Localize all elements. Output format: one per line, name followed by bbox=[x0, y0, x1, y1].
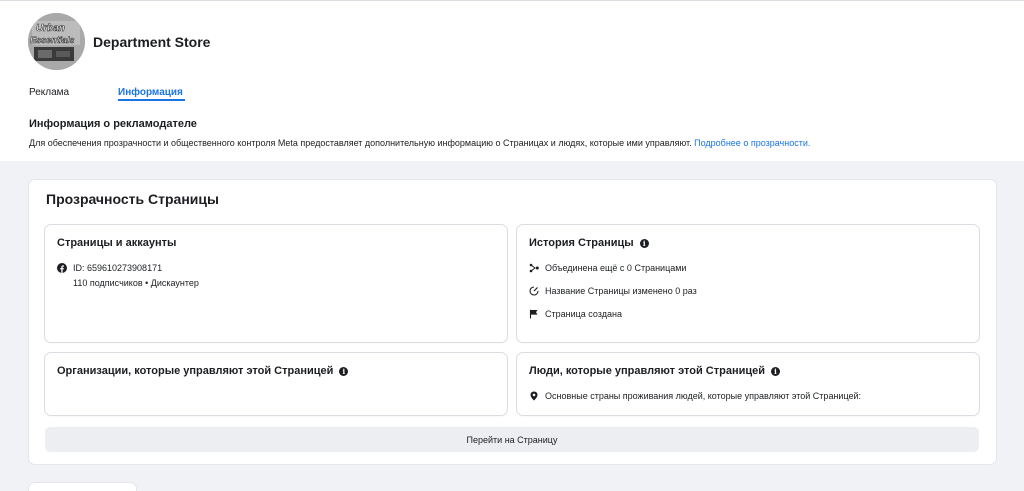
active-tab-indicator bbox=[118, 99, 185, 101]
history-item-merged: Объединена ещё с 0 Страницами bbox=[529, 263, 686, 273]
organizations-title-text: Организации, которые управляют этой Стра… bbox=[57, 365, 334, 377]
page-id-row: ID: 659610273908171 bbox=[57, 263, 162, 273]
history-item-created: Страница создана bbox=[529, 309, 622, 319]
organizations-box: Организации, которые управляют этой Стра… bbox=[45, 353, 507, 415]
page-name[interactable]: Department Store bbox=[93, 34, 210, 50]
organizations-title: Организации, которые управляют этой Стра… bbox=[57, 365, 349, 377]
flag-icon bbox=[529, 309, 539, 319]
avatar[interactable]: Urban Essentials bbox=[28, 13, 85, 70]
history-renamed-text: Название Страницы изменено 0 раз bbox=[545, 286, 697, 296]
pages-accounts-title: Страницы и аккаунты bbox=[57, 237, 177, 249]
transparency-title: Прозрачность Страницы bbox=[46, 191, 219, 207]
pages-accounts-box: Страницы и аккаунты ID: 659610273908171 … bbox=[45, 225, 507, 342]
page-transparency-card: Прозрачность Страницы Страницы и аккаунт… bbox=[29, 180, 996, 464]
avatar-logo-line2: Essentials bbox=[30, 35, 75, 45]
facebook-icon bbox=[57, 263, 67, 273]
transparency-link[interactable]: Подробнее о прозрачности. bbox=[694, 138, 810, 148]
advertiser-description-text: Для обеспечения прозрачности и обществен… bbox=[29, 138, 692, 148]
page-history-title-text: История Страницы bbox=[529, 237, 634, 249]
history-merged-text: Объединена ещё с 0 Страницами bbox=[545, 263, 687, 273]
merge-icon bbox=[529, 263, 539, 273]
top-divider bbox=[0, 0, 1024, 1]
info-icon[interactable]: i bbox=[771, 366, 780, 376]
advertiser-info-description: Для обеспечения прозрачности и обществен… bbox=[29, 138, 810, 148]
info-icon[interactable]: i bbox=[339, 366, 349, 376]
info-icon[interactable]: i bbox=[639, 238, 649, 248]
people-countries-text: Основные страны проживания людей, которы… bbox=[545, 391, 862, 401]
avatar-logo-line1: Urban bbox=[36, 23, 65, 34]
page-history-box: История Страницы i Объединена ещё с 0 Ст… bbox=[517, 225, 979, 342]
people-title-text: Люди, которые управляют этой Страницей bbox=[529, 365, 765, 377]
people-title: Люди, которые управляют этой Страницей i bbox=[529, 365, 780, 377]
people-box: Люди, которые управляют этой Страницей i… bbox=[517, 353, 979, 415]
location-pin-icon bbox=[529, 391, 539, 401]
history-item-renamed: Название Страницы изменено 0 раз bbox=[529, 286, 697, 296]
page-history-title: История Страницы i bbox=[529, 237, 649, 249]
page-id: ID: 659610273908171 bbox=[73, 263, 163, 273]
history-created-text: Страница создана bbox=[545, 309, 622, 319]
page-header: Urban Essentials Department Store Реклам… bbox=[0, 0, 1024, 161]
avatar-image: Urban Essentials bbox=[28, 13, 85, 70]
rename-icon bbox=[529, 286, 539, 296]
advertiser-info-title: Информация о рекламодателе bbox=[29, 118, 197, 130]
page-followers-category: 110 подписчиков • Дискаунтер bbox=[73, 278, 199, 288]
people-countries-row: Основные страны проживания людей, которы… bbox=[529, 391, 861, 401]
next-card bbox=[29, 483, 136, 491]
tab-ads[interactable]: Реклама bbox=[29, 87, 69, 98]
go-to-page-button[interactable]: Перейти на Страницу bbox=[45, 427, 979, 452]
tab-info[interactable]: Информация bbox=[118, 87, 183, 98]
